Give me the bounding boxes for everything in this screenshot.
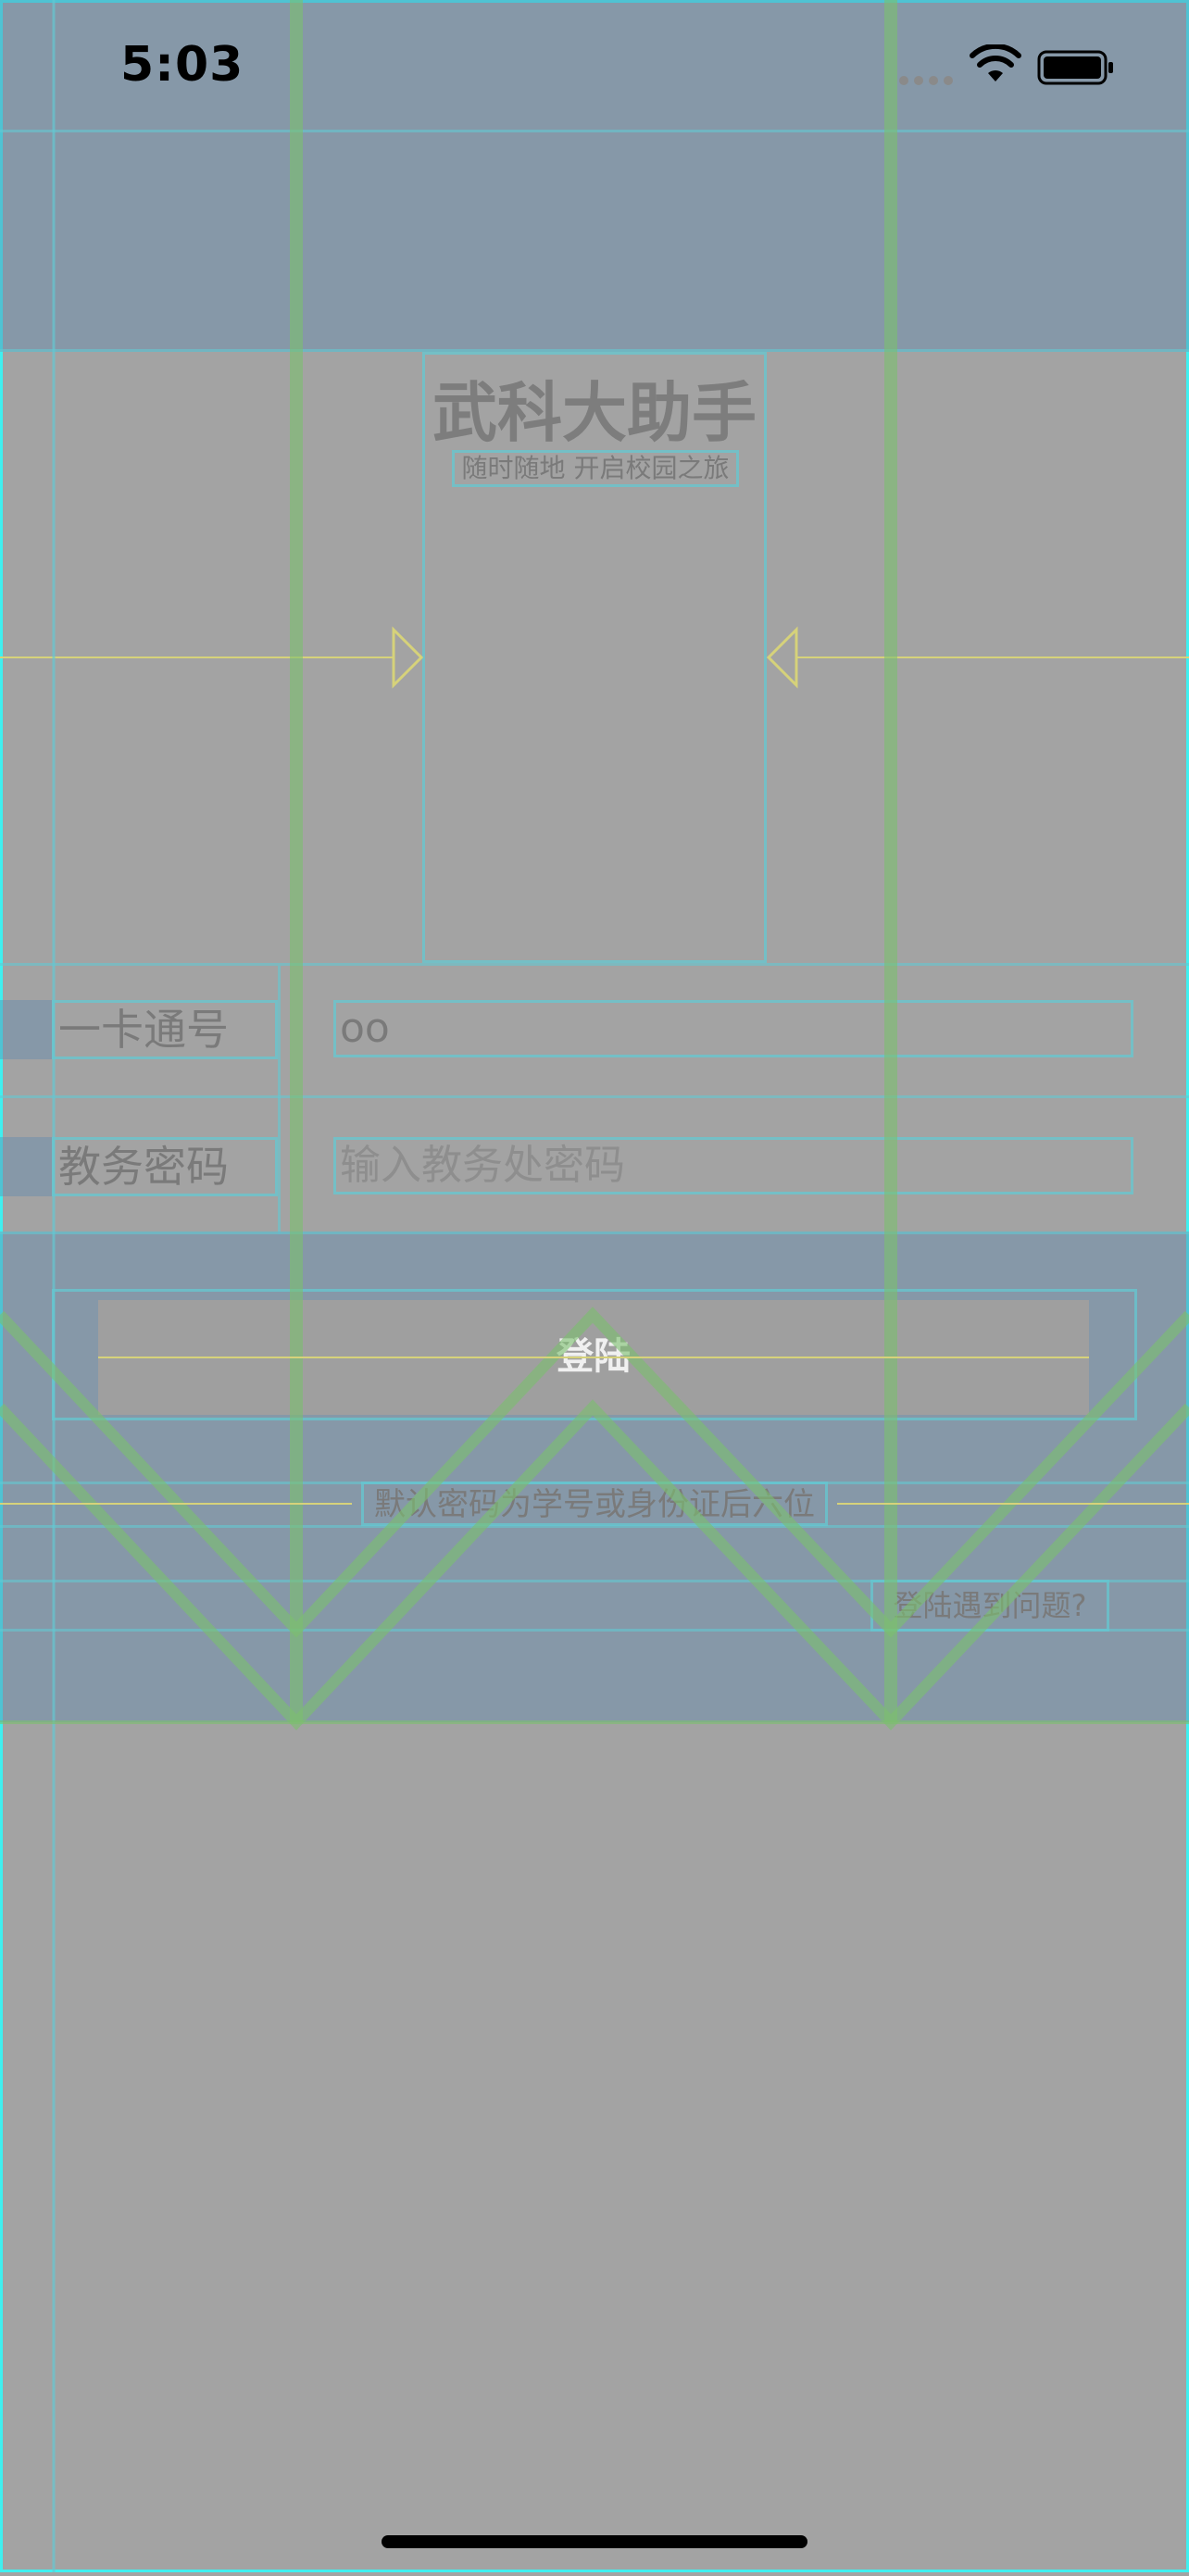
password-label: 教务密码 [52,1137,278,1196]
login-help-link[interactable]: 登陆遇到问题? [870,1580,1109,1632]
row-marker-password [0,1137,52,1196]
login-button[interactable]: 登陆 [98,1300,1089,1415]
home-indicator[interactable] [382,2535,807,2548]
battery-icon [1037,50,1115,85]
nav-band [0,130,1189,352]
label-column-divider [278,966,281,1234]
status-bar: 5:03 [0,0,1189,130]
guide-arrows [0,620,1189,694]
status-time: 5:03 [120,37,244,93]
login-button-label: 登陆 [557,1335,631,1378]
wifi-icon [969,43,1022,83]
app-subtitle: 随时随地 开启校园之旅 [452,450,739,487]
row-marker-card [0,1000,52,1059]
password-input[interactable]: 输入教务处密码 [333,1137,1133,1194]
app-title: 武科大助手 [432,375,757,451]
signal-dots-icon [898,72,956,85]
card-number-input[interactable]: oo [333,1000,1133,1057]
default-password-hint: 默认密码为学号或身份证后六位 [361,1482,828,1526]
form-divider [0,1095,1189,1098]
card-number-label: 一卡通号 [52,1000,278,1059]
